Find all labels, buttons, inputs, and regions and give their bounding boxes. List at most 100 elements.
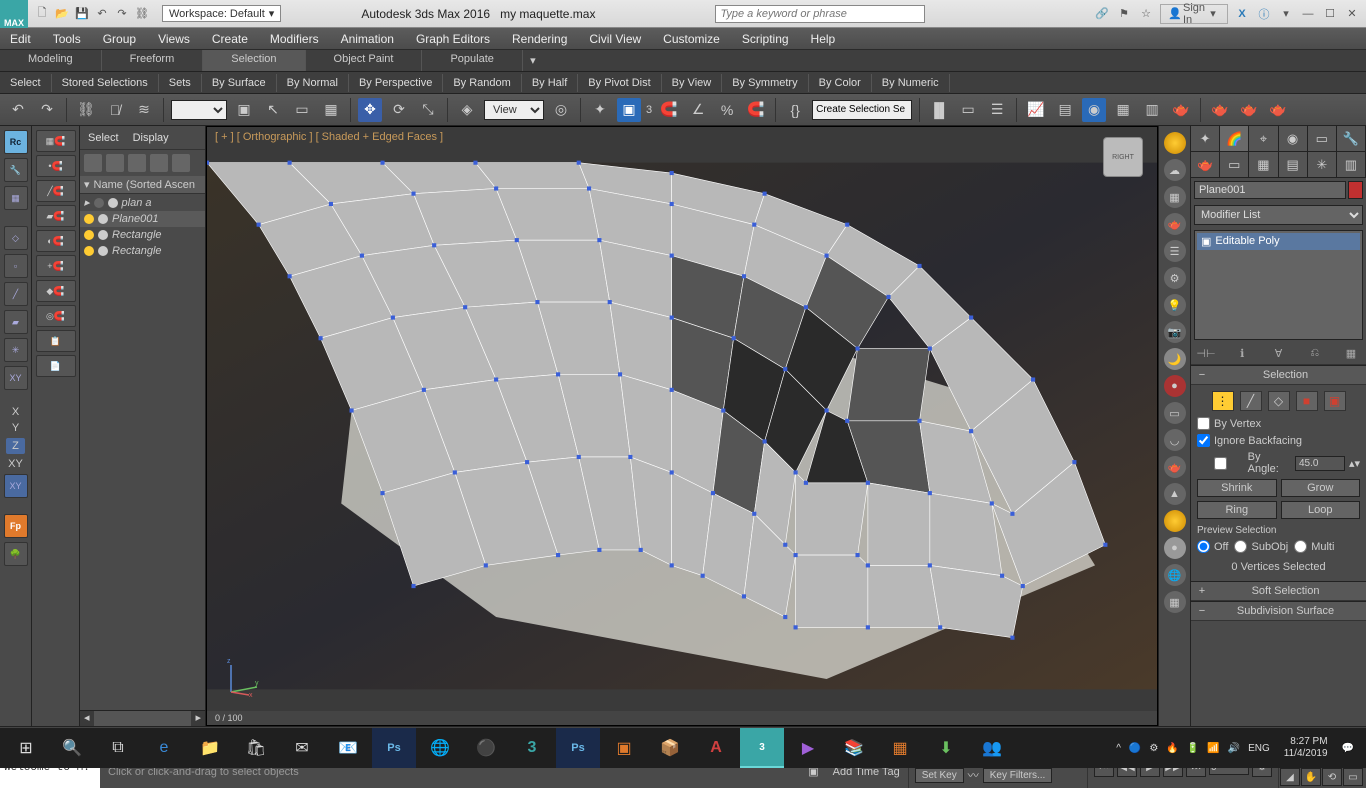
snap-grid-icon[interactable]: ▦🧲: [36, 130, 76, 152]
scene-filter2-icon[interactable]: [106, 154, 124, 172]
wrench-icon[interactable]: 🔧: [4, 158, 28, 182]
menu-views[interactable]: Views: [158, 32, 190, 46]
explorer-icon[interactable]: 📁: [188, 728, 232, 768]
menu-animation[interactable]: Animation: [341, 32, 394, 46]
maximize-vp-button[interactable]: ▭: [1343, 768, 1363, 786]
menu-edit[interactable]: Edit: [10, 32, 31, 46]
sel-bypivot[interactable]: By Pivot Dist: [578, 74, 661, 92]
mirror-button[interactable]: ▐▌: [927, 98, 951, 122]
angle-snap-button[interactable]: ∠: [686, 98, 710, 122]
softsel-rollout-header[interactable]: +Soft Selection: [1191, 581, 1366, 601]
border-subobj-button[interactable]: ◇: [1268, 391, 1290, 411]
viewport[interactable]: [ + ] [ Orthographic ] [ Shaded + Edged …: [206, 126, 1158, 726]
object-name-input[interactable]: [1194, 181, 1346, 199]
hierarchy-tab[interactable]: ⌖: [1249, 126, 1278, 151]
cone-icon[interactable]: ▲: [1164, 483, 1186, 505]
exchange-icon[interactable]: X: [1234, 6, 1250, 22]
sel-sets[interactable]: Sets: [159, 74, 202, 92]
edge-subobj-button[interactable]: ╱: [1240, 391, 1262, 411]
mail-icon[interactable]: ✉: [280, 728, 324, 768]
scene-filter4-icon[interactable]: [150, 154, 168, 172]
axis-xy2-icon[interactable]: XY: [4, 474, 28, 498]
app2-icon[interactable]: ▣: [602, 728, 646, 768]
fov-button[interactable]: ◢: [1280, 768, 1300, 786]
window-crossing-button[interactable]: ▦: [319, 98, 343, 122]
sun-icon[interactable]: [1164, 510, 1186, 532]
axis-y-label[interactable]: Y: [12, 422, 19, 434]
subscription-icon[interactable]: ⚑: [1116, 6, 1132, 22]
ps-icon[interactable]: Ps: [372, 728, 416, 768]
utilities-tab[interactable]: 🔧: [1337, 126, 1366, 151]
kettle-icon[interactable]: 🫖: [1164, 456, 1186, 478]
modifier-stack[interactable]: ▣Editable Poly: [1194, 230, 1363, 340]
grid-icon[interactable]: ▦: [4, 186, 28, 210]
list-item[interactable]: ▸plan a: [80, 194, 205, 211]
make-unique-icon[interactable]: ∀: [1270, 345, 1288, 361]
tray-icon[interactable]: ⚙: [1149, 743, 1158, 754]
render-button[interactable]: 🫖: [1169, 98, 1193, 122]
render-prod-button[interactable]: 🫖: [1208, 98, 1232, 122]
show-result-icon[interactable]: ℹ: [1233, 345, 1251, 361]
named-selset-button[interactable]: {}: [783, 98, 807, 122]
sphere-icon[interactable]: ●: [1164, 537, 1186, 559]
save-icon[interactable]: 💾: [74, 6, 90, 22]
reference-coord-button[interactable]: ◈: [455, 98, 479, 122]
axis-xy-label[interactable]: XY: [8, 458, 23, 470]
element-subobj-button[interactable]: ▣: [1324, 391, 1346, 411]
pin-stack-icon[interactable]: ⊣⊢: [1197, 345, 1215, 361]
spinner-arrows-icon[interactable]: ▴▾: [1349, 457, 1360, 470]
snap-tool-icon[interactable]: ◇: [4, 226, 28, 250]
tab-modeling[interactable]: Modeling: [0, 50, 102, 71]
tree-icon[interactable]: 🌳: [4, 542, 28, 566]
face-tool-icon[interactable]: ▰: [4, 310, 28, 334]
configure-icon[interactable]: ▦: [1342, 345, 1360, 361]
keyfilters-button[interactable]: Key Filters...: [983, 768, 1053, 783]
menu-grapheditors[interactable]: Graph Editors: [416, 32, 490, 46]
undo-icon[interactable]: ↶: [94, 6, 110, 22]
pan-button[interactable]: ✋: [1301, 768, 1321, 786]
sub1-icon[interactable]: 🫖: [1191, 152, 1220, 177]
sub6-icon[interactable]: ▥: [1337, 152, 1366, 177]
new-icon[interactable]: 🗋: [34, 6, 50, 22]
app4-icon[interactable]: ▦: [878, 728, 922, 768]
record-icon[interactable]: ●: [1164, 375, 1186, 397]
tray-icon[interactable]: 🔵: [1129, 743, 1141, 754]
sel-byview[interactable]: By View: [662, 74, 723, 92]
modify-tab[interactable]: 🌈: [1220, 126, 1249, 151]
ps2-icon[interactable]: Ps: [556, 728, 600, 768]
tab-selection[interactable]: Selection: [203, 50, 305, 71]
minimize-button[interactable]: —: [1300, 6, 1316, 22]
ignore-backfacing-checkbox[interactable]: Ignore Backfacing: [1197, 434, 1360, 447]
preview-off-radio[interactable]: Off: [1197, 540, 1228, 553]
axis-x-label[interactable]: X: [12, 406, 19, 418]
menu-civilview[interactable]: Civil View: [589, 32, 641, 46]
scene-tab-select[interactable]: Select: [88, 132, 119, 144]
volume-icon[interactable]: 🔊: [1228, 743, 1240, 754]
rc-tool-icon[interactable]: Rc: [4, 130, 28, 154]
tray-chevron-icon[interactable]: ^: [1116, 743, 1121, 754]
scene-filter-icon[interactable]: [84, 154, 102, 172]
keycurve-icon[interactable]: 〰: [968, 767, 979, 783]
loop-button[interactable]: Loop: [1281, 501, 1361, 519]
axis-z-label[interactable]: Z: [6, 438, 25, 454]
wifi-icon[interactable]: 📶: [1207, 743, 1219, 754]
gear-icon[interactable]: ⚙: [1164, 267, 1186, 289]
sub3-icon[interactable]: ▦: [1249, 152, 1278, 177]
globe-icon[interactable]: 🌐: [1164, 564, 1186, 586]
selection-filter-dropdown[interactable]: [171, 100, 227, 120]
sel-bysurface[interactable]: By Surface: [202, 74, 277, 92]
moon-icon[interactable]: 🌙: [1164, 348, 1186, 370]
favorites-icon[interactable]: ☆: [1138, 6, 1154, 22]
visibility-icon[interactable]: [84, 230, 94, 240]
notifications-icon[interactable]: 💬: [1342, 743, 1354, 754]
scene-scrollbar[interactable]: ◂▸: [80, 710, 205, 726]
hemisphere-icon[interactable]: ◡: [1164, 429, 1186, 451]
sel-byperspective[interactable]: By Perspective: [349, 74, 443, 92]
list-item[interactable]: Plane001: [80, 211, 205, 227]
app3-icon[interactable]: 📦: [648, 728, 692, 768]
menu-customize[interactable]: Customize: [663, 32, 720, 46]
snap-mid-icon[interactable]: ◐🧲: [36, 230, 76, 252]
menu-group[interactable]: Group: [103, 32, 136, 46]
angle-spinner[interactable]: [1295, 456, 1345, 471]
material-editor-button[interactable]: ◉: [1082, 98, 1106, 122]
